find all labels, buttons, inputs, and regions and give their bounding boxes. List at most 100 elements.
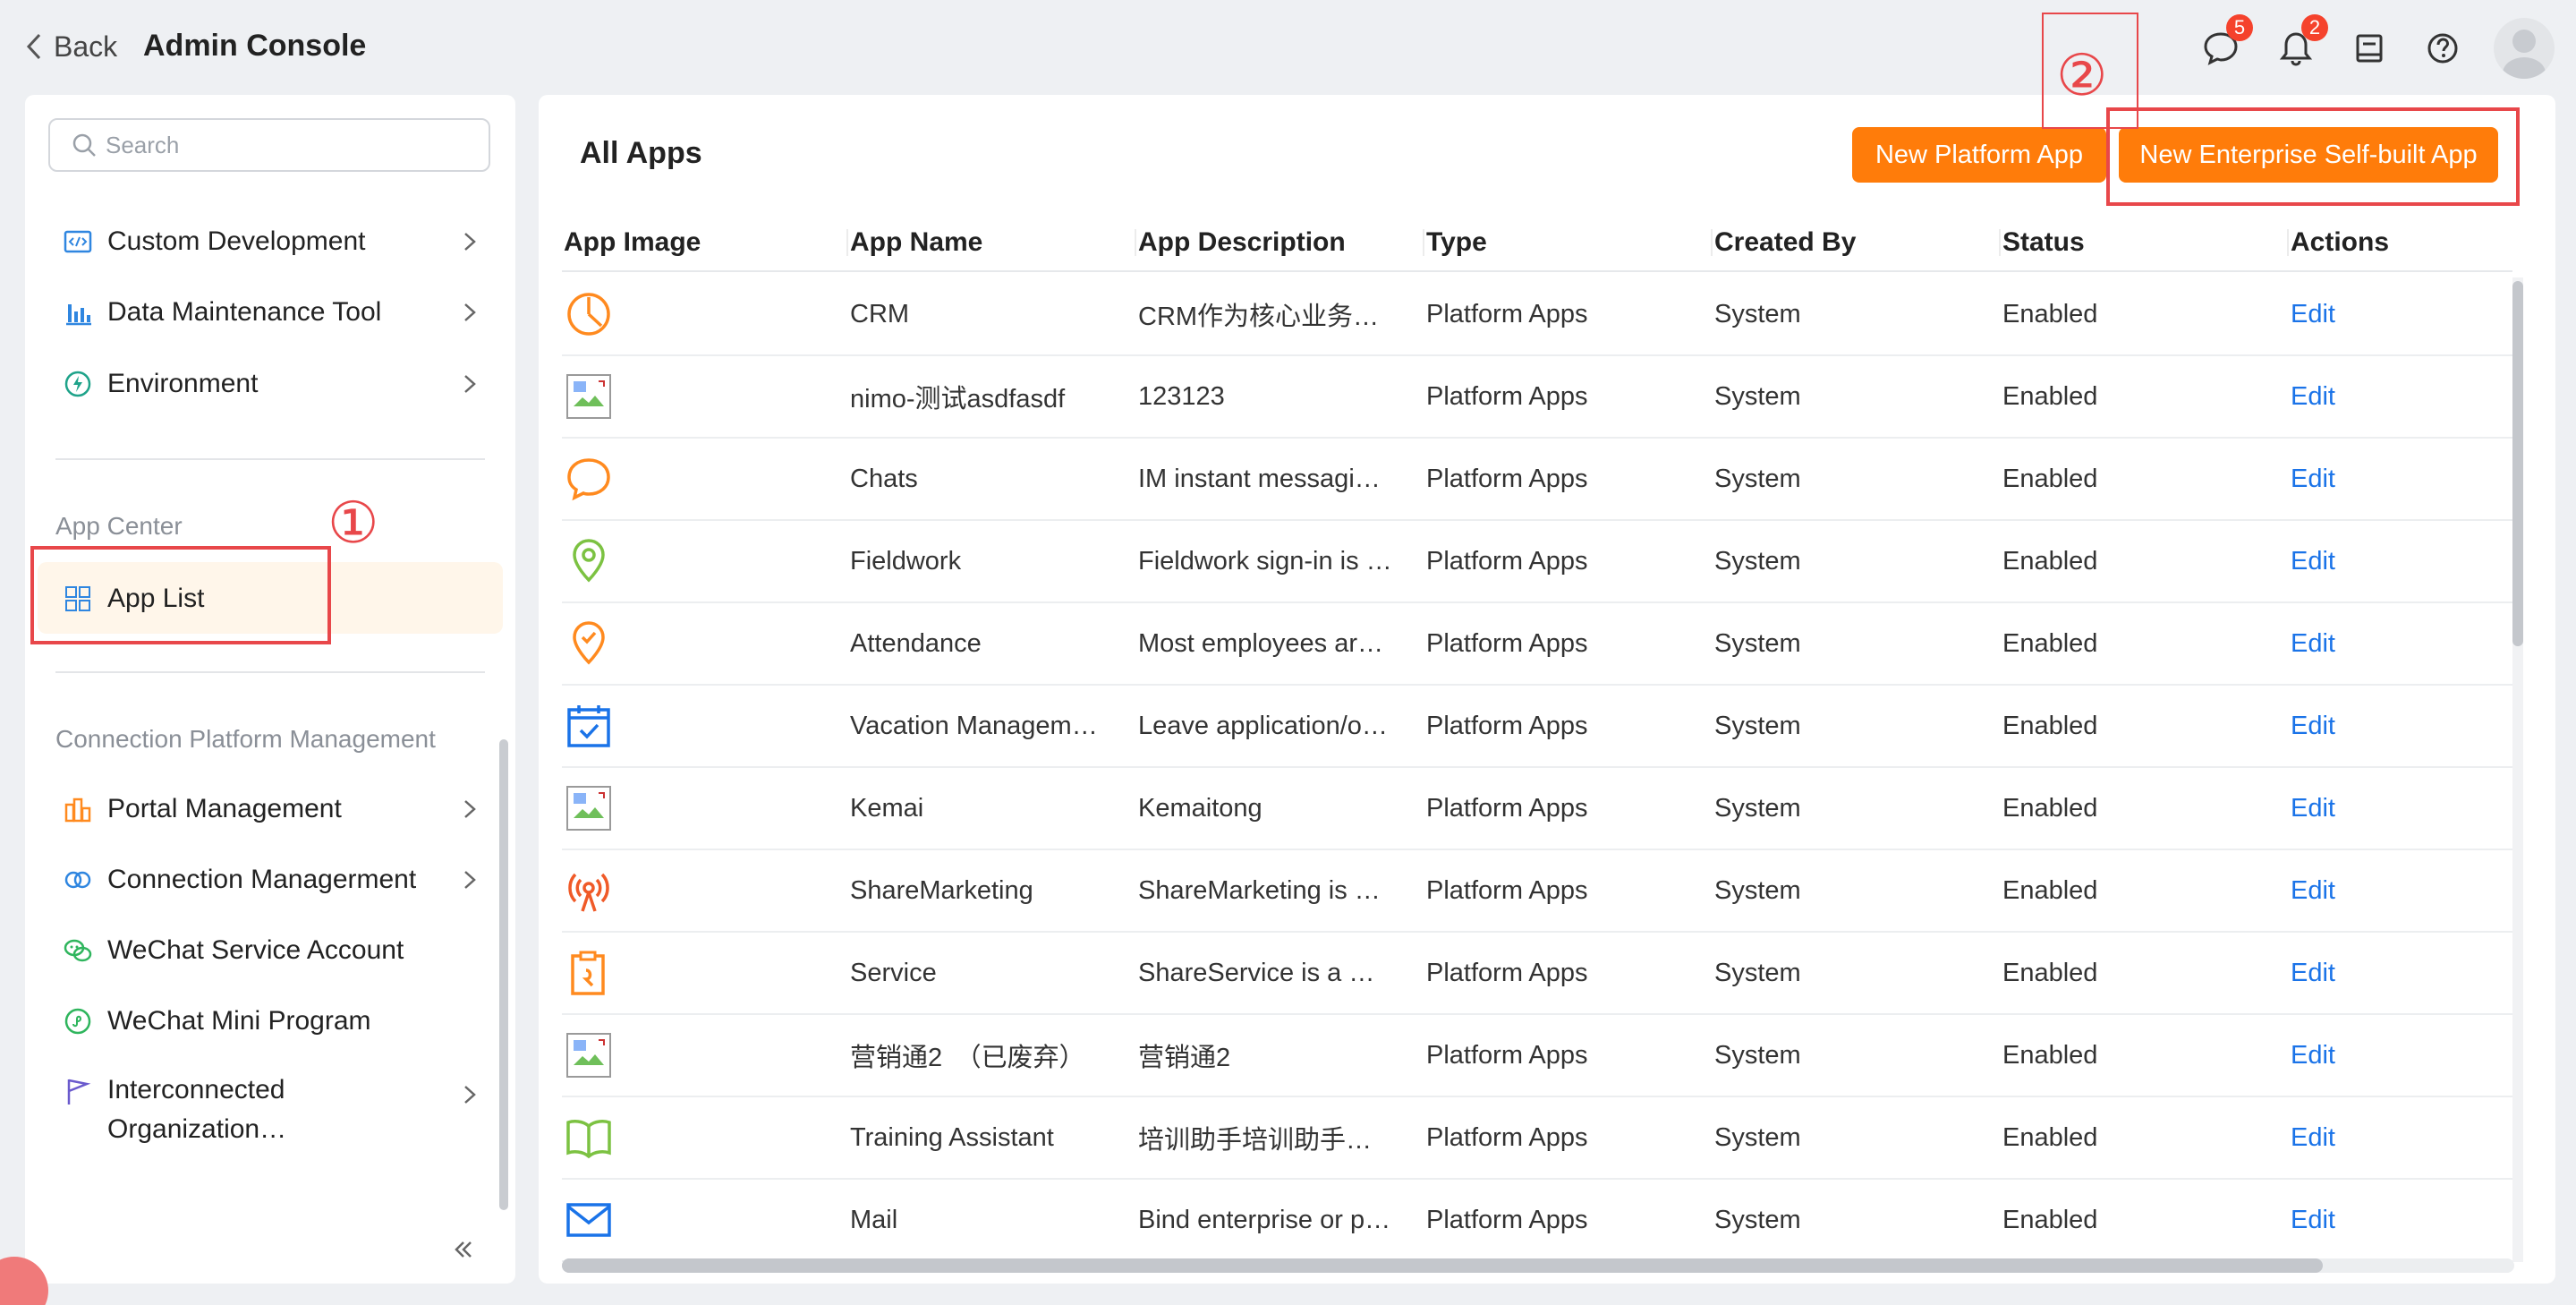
cell-type: Platform Apps (1426, 299, 1588, 328)
cell-app-description: Bind enterprise or p… (1138, 1205, 1391, 1234)
sidebar-item-label: Connection Managerment (107, 865, 417, 894)
cell-app-name: Chats (850, 464, 918, 493)
environment-icon (61, 367, 95, 401)
cell-app-image (564, 1015, 832, 1096)
cell-app-image (564, 356, 832, 437)
cell-app-name: Mail (850, 1205, 898, 1234)
back-label: Back (54, 30, 118, 63)
messages-button[interactable]: 5 (2192, 14, 2253, 77)
cell-type: Platform Apps (1426, 381, 1588, 411)
sidebar-item-custom-development[interactable]: Custom Development (61, 218, 481, 266)
table-vertical-scrollbar[interactable] (2512, 281, 2523, 646)
edit-link[interactable]: Edit (2291, 356, 2470, 437)
table-row: Fieldwork Fieldwork sign-in is … Platform … (562, 521, 2512, 603)
sidebar-item-interconnected-organization[interactable]: Interconnected Organization… (61, 1070, 481, 1156)
edit-link[interactable]: Edit (2291, 933, 2470, 1013)
table-row: CRM CRM作为核心业务… Platform Apps System Enabled E… (562, 274, 2512, 356)
cell-created-by: System (1714, 628, 1801, 658)
cell-app-image (564, 686, 832, 766)
collapse-sidebar-icon[interactable] (446, 1232, 481, 1267)
annotation-step-2: ② (2056, 43, 2108, 109)
sidebar-item-portal-management[interactable]: Portal Management (61, 785, 481, 833)
new-platform-app-button[interactable]: New Platform App (1852, 127, 2106, 183)
location-pin-icon (564, 536, 614, 586)
cell-status: Enabled (2002, 381, 2098, 411)
cell-created-by: System (1714, 711, 1801, 740)
broken-image-icon (564, 1030, 614, 1080)
search-icon (72, 133, 96, 157)
cell-type: Platform Apps (1426, 546, 1588, 576)
user-avatar[interactable] (2494, 18, 2555, 79)
edit-link[interactable]: Edit (2291, 439, 2470, 519)
page-title: Admin Console (143, 29, 367, 63)
sidebar-item-data-maintenance[interactable]: Data Maintenance Tool (61, 288, 481, 337)
column-header-app-name: App Name (850, 213, 1136, 272)
cell-app-description: CRM作为核心业务… (1138, 303, 1380, 331)
cell-created-by: System (1714, 1040, 1801, 1070)
link-icon (61, 863, 95, 897)
sidebar-item-connection-management[interactable]: Connection Managerment (61, 856, 481, 904)
sidebar-item-label: Data Maintenance Tool (107, 297, 382, 327)
cell-app-description: Leave application/o… (1138, 711, 1388, 740)
mini-program-icon (61, 1004, 95, 1038)
edit-link[interactable]: Edit (2291, 1015, 2470, 1096)
cell-status: Enabled (2002, 1040, 2098, 1070)
column-header-type: Type (1426, 213, 1713, 272)
cell-type: Platform Apps (1426, 875, 1588, 905)
cell-app-name: Fieldwork (850, 546, 962, 576)
column-label: App Description (1138, 227, 1346, 257)
cell-app-description: 123123 (1138, 381, 1225, 411)
cell-app-name: 营销通2 （已废弃） (850, 1044, 1085, 1072)
column-header-status: Status (2002, 213, 2289, 272)
notifications-badge: 2 (2301, 14, 2328, 41)
chevron-right-icon (464, 375, 476, 393)
edit-link[interactable]: Edit (2291, 603, 2470, 684)
sidebar-item-label: Environment (107, 369, 259, 398)
table-row: Chats IM instant messagi… Platform Apps Sys… (562, 439, 2512, 521)
chevron-right-icon (464, 303, 476, 321)
sidebar-scrollbar[interactable] (499, 739, 508, 1210)
edit-link[interactable]: Edit (2291, 521, 2470, 601)
cell-status: Enabled (2002, 875, 2098, 905)
cell-status: Enabled (2002, 1122, 2098, 1152)
help-circle-icon (2427, 33, 2458, 64)
cell-type: Platform Apps (1426, 1040, 1588, 1070)
cell-created-by: System (1714, 793, 1801, 823)
cell-app-description: 培训助手培训助手… (1138, 1126, 1373, 1155)
table-row: Training Assistant 培训助手培训助手… Platform Apps… (562, 1097, 2512, 1180)
table-row: Service ShareService is a … Platform Apps S… (562, 933, 2512, 1015)
cell-created-by: System (1714, 299, 1801, 328)
wechat-icon (61, 934, 95, 968)
sidebar-item-environment[interactable]: Environment (61, 360, 481, 408)
sidebar-item-wechat-service[interactable]: WeChat Service Account (61, 926, 481, 975)
sidebar-divider (55, 458, 485, 460)
search-input[interactable] (106, 131, 463, 159)
tasks-button[interactable] (2341, 20, 2398, 77)
messages-badge: 5 (2226, 14, 2253, 41)
edit-link[interactable]: Edit (2291, 850, 2470, 931)
help-button[interactable] (2414, 20, 2471, 77)
table-header: App Image App Name App Description Type … (562, 213, 2512, 272)
sidebar-search[interactable] (48, 118, 490, 172)
cell-created-by: System (1714, 875, 1801, 905)
back-button[interactable]: Back (25, 29, 117, 64)
cell-status: Enabled (2002, 299, 2098, 328)
cell-app-image (564, 933, 832, 1013)
column-label: App Image (564, 227, 701, 257)
edit-link[interactable]: Edit (2291, 768, 2470, 849)
edit-link[interactable]: Edit (2291, 274, 2470, 354)
attendance-pin-icon (564, 618, 614, 669)
table-horizontal-scrollbar[interactable] (562, 1258, 2323, 1273)
edit-link[interactable]: Edit (2291, 686, 2470, 766)
notifications-button[interactable]: 2 (2267, 14, 2328, 77)
cell-created-by: System (1714, 958, 1801, 987)
edit-link[interactable]: Edit (2291, 1097, 2470, 1178)
edit-link[interactable]: Edit (2291, 1180, 2470, 1260)
cell-created-by: System (1714, 464, 1801, 493)
broadcast-icon (564, 866, 614, 916)
table-row: nimo-测试asdfasdf 123123 Platform Apps System… (562, 356, 2512, 439)
cell-app-description: 营销通2 (1138, 1044, 1231, 1072)
sidebar-item-wechat-mini-program[interactable]: WeChat Mini Program (61, 997, 481, 1045)
annotation-box-app-list (30, 546, 331, 644)
cell-created-by: System (1714, 1205, 1801, 1234)
